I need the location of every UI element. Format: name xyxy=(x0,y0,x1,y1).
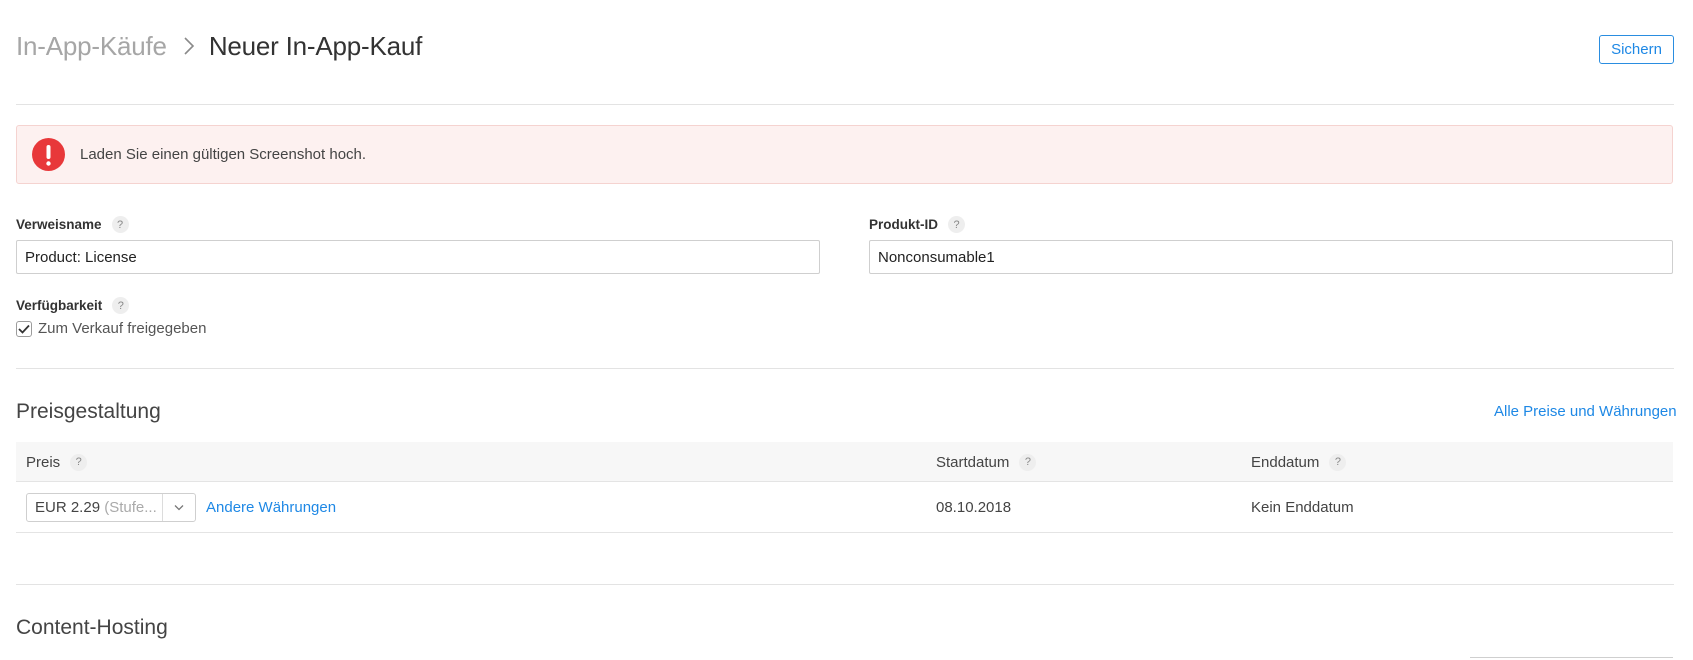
reference-name-label-text: Verweisname xyxy=(16,217,102,232)
cleared-for-sale-row[interactable]: Zum Verkauf freigegeben xyxy=(16,320,206,337)
column-header-price-text: Preis xyxy=(26,453,61,471)
end-date-cell: Kein Enddatum xyxy=(1251,498,1354,516)
cleared-for-sale-checkbox[interactable] xyxy=(16,320,32,337)
product-id-input[interactable] xyxy=(869,240,1673,274)
column-header-end-date-text: Enddatum xyxy=(1251,453,1320,471)
checkmark-icon xyxy=(18,324,30,334)
error-message: Laden Sie einen gültigen Screenshot hoch… xyxy=(80,146,367,163)
product-id-label-text: Produkt-ID xyxy=(869,217,938,232)
product-id-label: Produkt-ID ? xyxy=(869,216,965,233)
help-icon[interactable]: ? xyxy=(70,453,88,471)
price-tier-value: EUR 2.29 (Stufe... xyxy=(27,499,162,516)
pricing-title: Preisgestaltung xyxy=(16,400,161,423)
other-currencies-link[interactable]: Andere Währungen xyxy=(206,499,336,516)
chevron-right-icon xyxy=(179,33,199,59)
column-header-start-date-text: Startdatum xyxy=(936,453,1010,471)
pricing-table-header: Preis ? Startdatum ? Enddatum ? xyxy=(16,442,1673,482)
header-divider xyxy=(16,104,1674,105)
column-header-start-date: Startdatum ? xyxy=(936,442,1037,482)
reference-name-label: Verweisname ? xyxy=(16,216,129,233)
start-date-cell: 08.10.2018 xyxy=(936,498,1012,516)
exclamation-icon xyxy=(32,138,65,171)
help-icon[interactable]: ? xyxy=(1019,453,1037,471)
section-divider xyxy=(16,584,1674,585)
help-icon[interactable]: ? xyxy=(1329,453,1347,471)
table-row: EUR 2.29 (Stufe... Andere Währungen 08.1… xyxy=(16,482,1673,533)
breadcrumb: In-App-Käufe Neuer In-App-Kauf xyxy=(16,26,422,66)
chevron-down-icon xyxy=(163,504,195,511)
reference-name-input[interactable] xyxy=(16,240,820,274)
help-icon[interactable]: ? xyxy=(112,297,130,314)
column-header-price: Preis ? xyxy=(26,442,88,482)
breadcrumb-parent-link[interactable]: In-App-Käufe xyxy=(16,31,167,62)
save-button[interactable]: Sichern xyxy=(1599,35,1674,64)
price-value: EUR 2.29 xyxy=(35,499,101,516)
column-header-end-date: Enddatum ? xyxy=(1251,442,1347,482)
help-icon[interactable]: ? xyxy=(948,216,965,233)
page-title: Neuer In-App-Kauf xyxy=(208,30,423,61)
content-hosting-title: Content-Hosting xyxy=(16,616,168,639)
help-icon[interactable]: ? xyxy=(111,216,129,233)
availability-label: Verfügbarkeit ? xyxy=(16,297,130,314)
cleared-for-sale-label: Zum Verkauf freigegeben xyxy=(38,320,207,337)
error-banner: Laden Sie einen gültigen Screenshot hoch… xyxy=(16,125,1673,184)
price-tier-label: (Stufe... xyxy=(104,499,157,516)
all-prices-link[interactable]: Alle Preise und Währungen xyxy=(1494,403,1677,420)
section-divider xyxy=(16,368,1674,369)
price-tier-select[interactable]: EUR 2.29 (Stufe... xyxy=(26,493,196,522)
availability-label-text: Verfügbarkeit xyxy=(16,298,103,313)
